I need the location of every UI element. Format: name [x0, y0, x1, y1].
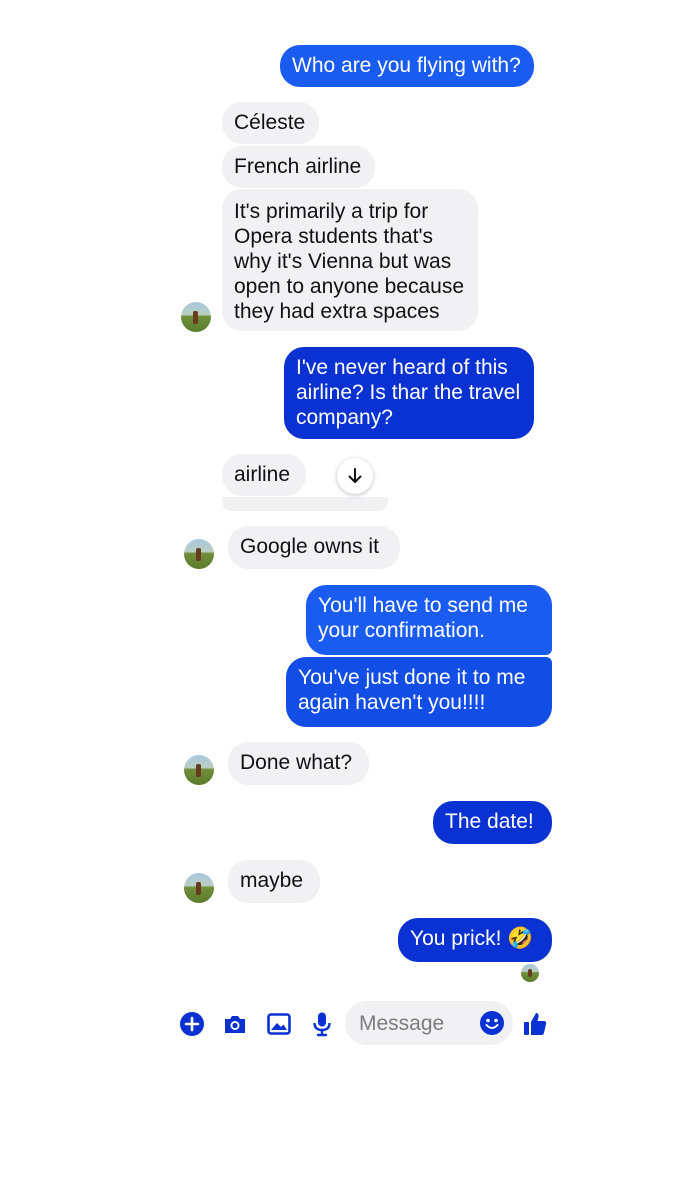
message-text: It's primarily a trip for Opera students…: [234, 200, 465, 323]
contact-avatar[interactable]: [184, 539, 214, 569]
contact-avatar[interactable]: [184, 873, 214, 903]
message-bubble-outgoing[interactable]: Who are you flying with?: [280, 45, 534, 87]
message-text: You've just done it to me again haven't …: [298, 666, 526, 714]
thumbs-up-icon[interactable]: [521, 1010, 549, 1038]
message-input-container[interactable]: [345, 1001, 513, 1047]
read-receipt-avatar: [521, 964, 539, 982]
message-text: Google owns it: [240, 535, 379, 558]
scroll-to-bottom-button[interactable]: [337, 458, 373, 494]
message-bubble-outgoing[interactable]: You've just done it to me again haven't …: [286, 657, 552, 727]
camera-icon[interactable]: [221, 1010, 249, 1038]
message-bubble-outgoing[interactable]: You'll have to send me your confirmation…: [306, 585, 552, 655]
message-text: You prick! 🤣: [410, 927, 534, 950]
message-bubble-incoming[interactable]: French airline: [222, 146, 375, 188]
plus-circle-icon[interactable]: [178, 1010, 206, 1038]
image-icon[interactable]: [265, 1010, 293, 1038]
message-text: French airline: [234, 155, 362, 178]
message-bubble-outgoing[interactable]: The date!: [433, 801, 552, 844]
partially-hidden-message: [222, 497, 388, 511]
message-text: Céleste: [234, 111, 306, 134]
emoji-icon[interactable]: [479, 1010, 505, 1036]
message-bubble-incoming[interactable]: Google owns it: [228, 526, 400, 569]
message-bubble-incoming[interactable]: Done what?: [228, 742, 369, 785]
message-text: You'll have to send me your confirmation…: [318, 594, 528, 642]
message-text: I've never heard of this airline? Is tha…: [296, 356, 521, 429]
message-bubble-outgoing[interactable]: I've never heard of this airline? Is tha…: [284, 347, 534, 439]
message-bubble-outgoing[interactable]: You prick! 🤣: [398, 918, 552, 962]
message-input[interactable]: [357, 1001, 481, 1047]
message-text: airline: [234, 463, 291, 486]
message-bubble-incoming[interactable]: airline: [222, 454, 306, 496]
microphone-icon[interactable]: [308, 1010, 336, 1038]
contact-avatar[interactable]: [181, 302, 211, 332]
message-text: The date!: [445, 810, 534, 833]
message-text: Done what?: [240, 751, 353, 774]
arrow-down-icon: [348, 468, 362, 483]
message-bubble-incoming[interactable]: It's primarily a trip for Opera students…: [222, 189, 478, 331]
contact-avatar[interactable]: [184, 755, 214, 785]
message-bubble-incoming[interactable]: Céleste: [222, 102, 319, 144]
message-text: maybe: [240, 869, 304, 892]
message-text: Who are you flying with?: [292, 54, 521, 77]
message-bubble-incoming[interactable]: maybe: [228, 860, 320, 903]
